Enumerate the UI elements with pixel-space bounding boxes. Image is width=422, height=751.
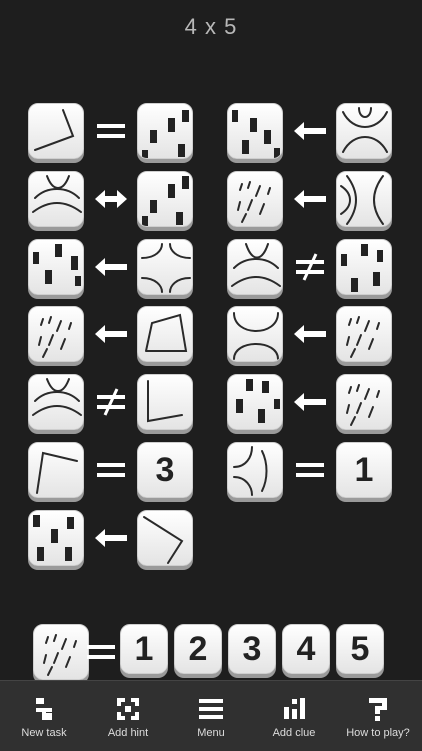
not-equal-operator-icon bbox=[92, 374, 130, 430]
left-arrow-operator-icon bbox=[291, 306, 329, 362]
blocks-b-glyph bbox=[232, 110, 280, 158]
arcs-c-glyph bbox=[340, 175, 384, 225]
tile-arcs-c[interactable] bbox=[336, 171, 392, 227]
blocks-f-glyph bbox=[236, 379, 280, 423]
add-hint-label: Add hint bbox=[107, 727, 149, 739]
blocks-d-glyph bbox=[33, 244, 81, 286]
angle-c-glyph bbox=[147, 380, 183, 423]
new-task-icon bbox=[36, 698, 52, 720]
tile-rain[interactable] bbox=[336, 306, 392, 362]
blocks-g-glyph bbox=[33, 515, 74, 561]
equals-operator-icon bbox=[92, 103, 130, 159]
answer-option-3[interactable]: 3 bbox=[228, 624, 276, 674]
menu-icon bbox=[199, 699, 223, 719]
left-arrow-operator-icon bbox=[92, 510, 130, 566]
arcs-b-glyph bbox=[32, 175, 82, 213]
answer-option-2[interactable]: 2 bbox=[174, 624, 222, 674]
tile-angle-e[interactable] bbox=[137, 510, 193, 566]
arcs-e-glyph bbox=[231, 243, 281, 287]
how-to-play-icon bbox=[369, 698, 387, 721]
bottom-toolbar: New task Add hint Menu Add clue How to p… bbox=[0, 680, 422, 751]
tile-blocks-e[interactable] bbox=[336, 239, 392, 295]
angle-d-glyph bbox=[36, 451, 78, 494]
left-arrow-operator-icon bbox=[291, 103, 329, 159]
tile-angle-a[interactable] bbox=[28, 103, 84, 159]
tile-angle-d[interactable] bbox=[28, 442, 84, 498]
number-tile[interactable]: 1 bbox=[336, 442, 392, 498]
not-equal-operator-icon bbox=[291, 239, 329, 295]
tile-blocks-f[interactable] bbox=[227, 374, 283, 430]
blocks-c-glyph bbox=[142, 176, 189, 226]
tile-arcs-b[interactable] bbox=[28, 374, 84, 430]
angle-e-glyph bbox=[143, 516, 184, 564]
tile-blocks-d[interactable] bbox=[28, 239, 84, 295]
menu-label: Menu bbox=[197, 727, 225, 739]
arcs-g-glyph bbox=[233, 446, 268, 496]
left-arrow-operator-icon bbox=[291, 171, 329, 227]
rain-glyph bbox=[237, 181, 271, 223]
rain-glyph bbox=[346, 316, 380, 358]
arcs-a-glyph bbox=[342, 107, 388, 153]
new-task-label: New task bbox=[21, 727, 67, 739]
tile-blocks-a[interactable] bbox=[137, 103, 193, 159]
rain-glyph bbox=[43, 634, 77, 676]
add-hint-button[interactable]: Add hint bbox=[86, 681, 170, 751]
double-arrow-operator-icon bbox=[92, 171, 130, 227]
how-to-play-label: How to play? bbox=[346, 727, 410, 739]
angle-a-glyph bbox=[34, 109, 75, 151]
arcs-b-glyph bbox=[32, 378, 82, 416]
answer-symbol-tile[interactable] bbox=[33, 624, 89, 680]
add-hint-icon bbox=[117, 698, 139, 720]
add-clue-button[interactable]: Add clue bbox=[252, 681, 336, 751]
blocks-a-glyph bbox=[142, 110, 189, 158]
add-clue-label: Add clue bbox=[272, 727, 316, 739]
tile-arcs-e[interactable] bbox=[227, 239, 283, 295]
tile-blocks-c[interactable] bbox=[137, 171, 193, 227]
tile-arcs-b[interactable] bbox=[28, 171, 84, 227]
rain-glyph bbox=[38, 316, 72, 358]
new-task-button[interactable]: New task bbox=[2, 681, 86, 751]
arcs-d-glyph bbox=[141, 243, 191, 293]
tile-rain[interactable] bbox=[336, 374, 392, 430]
number-tile[interactable]: 3 bbox=[137, 442, 193, 498]
answer-option-1[interactable]: 1 bbox=[120, 624, 168, 674]
puzzle-size-title: 4 x 5 bbox=[184, 14, 238, 39]
tile-blocks-b[interactable] bbox=[227, 103, 283, 159]
tile-angle-b[interactable] bbox=[137, 306, 193, 362]
blocks-e-glyph bbox=[341, 244, 383, 292]
arcs-f-glyph bbox=[233, 312, 279, 360]
equals-operator-icon bbox=[92, 442, 130, 498]
tile-rain[interactable] bbox=[227, 171, 283, 227]
equals-operator-icon bbox=[291, 442, 329, 498]
tile-angle-c[interactable] bbox=[137, 374, 193, 430]
left-arrow-operator-icon bbox=[92, 239, 130, 295]
angle-b-glyph bbox=[145, 313, 188, 352]
tile-arcs-a[interactable] bbox=[336, 103, 392, 159]
rain-glyph bbox=[346, 384, 380, 426]
how-to-play-button[interactable]: How to play? bbox=[336, 681, 420, 751]
tile-arcs-g[interactable] bbox=[227, 442, 283, 498]
equals-operator-icon bbox=[82, 624, 120, 680]
menu-button[interactable]: Menu bbox=[169, 681, 253, 751]
answer-option-5[interactable]: 5 bbox=[336, 624, 384, 674]
answer-option-4[interactable]: 4 bbox=[282, 624, 330, 674]
tile-blocks-g[interactable] bbox=[28, 510, 84, 566]
left-arrow-operator-icon bbox=[291, 374, 329, 430]
tile-arcs-d[interactable] bbox=[137, 239, 193, 295]
add-clue-icon bbox=[284, 698, 305, 719]
tile-rain[interactable] bbox=[28, 306, 84, 362]
left-arrow-operator-icon bbox=[92, 306, 130, 362]
tile-arcs-f[interactable] bbox=[227, 306, 283, 362]
